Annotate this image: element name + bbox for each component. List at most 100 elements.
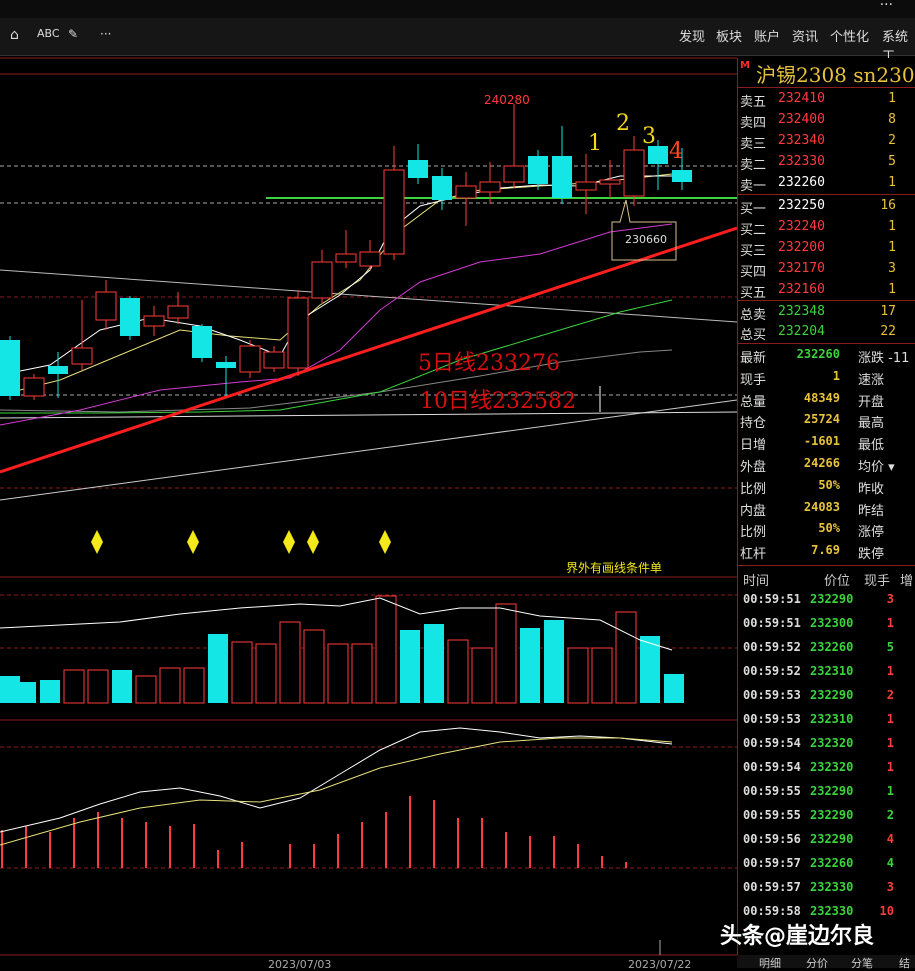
ask-label: 卖三 bbox=[740, 137, 767, 152]
stat-value: -1601 bbox=[803, 434, 840, 449]
candle-body bbox=[383, 169, 405, 255]
volume-bar bbox=[159, 667, 181, 704]
candle-body bbox=[167, 305, 189, 319]
volume-bar bbox=[231, 641, 253, 704]
contract-title[interactable]: 沪锡2308 sn230 bbox=[756, 59, 915, 88]
trade-time: 00:59:53 bbox=[743, 712, 801, 726]
stat-value: 50% bbox=[818, 477, 840, 492]
trade-qty: 1 bbox=[886, 784, 894, 798]
trade-row: 00:59:51 232300 1 bbox=[738, 612, 915, 636]
stat-row: 比例 50% 昨收 bbox=[738, 476, 915, 497]
bid-row[interactable]: 买四 232170 3 bbox=[738, 259, 915, 280]
candle-body bbox=[263, 351, 285, 369]
bid-price: 232250 bbox=[778, 198, 825, 213]
stat-row: 总量 48349 开盘 bbox=[738, 389, 915, 410]
tab-tick[interactable]: 分笔 bbox=[851, 955, 873, 971]
total-row[interactable]: 总买 232204 22 bbox=[738, 322, 915, 343]
ask-price: 232400 bbox=[778, 112, 825, 127]
trade-price: 232260 bbox=[810, 856, 854, 870]
bid-price: 232240 bbox=[778, 219, 825, 234]
trade-row: 00:59:57 232260 4 bbox=[738, 852, 915, 876]
bid-label: 买二 bbox=[740, 223, 767, 238]
menu-news[interactable]: 资讯 bbox=[792, 26, 818, 45]
bid-price: 232170 bbox=[778, 261, 825, 276]
ask-label: 卖一 bbox=[740, 179, 767, 194]
trade-time: 00:59:57 bbox=[743, 880, 801, 894]
trade-qty: 1 bbox=[886, 712, 894, 726]
volume-bar bbox=[303, 629, 325, 704]
trade-row: 00:59:52 232310 1 bbox=[738, 660, 915, 684]
trade-row: 00:59:55 232290 1 bbox=[738, 780, 915, 804]
bid-row[interactable]: 买一 232250 16 bbox=[738, 196, 915, 217]
trade-price: 232260 bbox=[810, 640, 854, 654]
candle-body bbox=[623, 149, 645, 197]
ask-row[interactable]: 卖五 232410 1 bbox=[738, 89, 915, 110]
trade-row: 00:59:57 232330 3 bbox=[738, 876, 915, 900]
stat-label: 日增 bbox=[740, 438, 767, 454]
menu-personalize[interactable]: 个性化 bbox=[830, 26, 869, 45]
ask-row[interactable]: 卖一 232260 1 bbox=[738, 173, 915, 194]
mark-2: 2 bbox=[616, 111, 630, 136]
window-menu-dots[interactable]: ··· bbox=[880, 0, 893, 13]
bid-label: 买一 bbox=[740, 202, 767, 217]
candle-body bbox=[479, 181, 501, 193]
ask-qty: 2 bbox=[888, 133, 896, 148]
volume-bar bbox=[63, 669, 85, 704]
menu-account[interactable]: 账户 bbox=[754, 26, 780, 45]
kline-chart[interactable]: 230660 240280 1 2 3 4 5日线233276 10日线2325… bbox=[0, 0, 737, 968]
ask-qty: 8 bbox=[888, 112, 896, 127]
stat-label-right: 涨跌 -11 bbox=[858, 351, 910, 366]
bid-row[interactable]: 买二 232240 1 bbox=[738, 217, 915, 238]
bid-row[interactable]: 买三 232200 1 bbox=[738, 238, 915, 259]
trade-price: 232330 bbox=[810, 904, 854, 918]
total-label: 总买 bbox=[740, 328, 767, 343]
total-row[interactable]: 总卖 232348 17 bbox=[738, 302, 915, 323]
total-label: 总卖 bbox=[740, 308, 767, 323]
ask-row[interactable]: 卖二 232330 5 bbox=[738, 152, 915, 173]
volume-bar bbox=[40, 680, 60, 703]
candle-body bbox=[408, 160, 428, 178]
tab-detail[interactable]: 明细 bbox=[759, 955, 781, 971]
quote-title-bar: M 沪锡2308 sn230 bbox=[738, 58, 915, 88]
stat-label: 总量 bbox=[740, 394, 767, 410]
bid-label: 买四 bbox=[740, 265, 767, 280]
stat-value: 232260 bbox=[796, 347, 840, 361]
trade-time: 00:59:58 bbox=[743, 904, 801, 918]
candle-body bbox=[311, 261, 333, 299]
detail-tabs: 明细 分价 分笔 结 bbox=[737, 955, 915, 971]
ask-row[interactable]: 卖四 232400 8 bbox=[738, 110, 915, 131]
trade-price: 232290 bbox=[810, 784, 854, 798]
volume-bar bbox=[208, 634, 228, 703]
volume-bar bbox=[255, 643, 277, 704]
stat-value: 48349 bbox=[803, 390, 840, 405]
bid-price: 232160 bbox=[778, 282, 825, 297]
watermark: 头条@崖边尔良 bbox=[720, 924, 875, 949]
candle-body bbox=[95, 291, 117, 321]
trade-row: 00:59:51 232290 3 bbox=[738, 588, 915, 612]
stat-row: 杠杆 7.69 跌停 bbox=[738, 541, 915, 562]
stat-label: 最新 bbox=[740, 351, 767, 366]
trades-header-time: 时间 bbox=[743, 574, 770, 589]
mark-4: 4 bbox=[669, 139, 683, 164]
stat-label-right: 昨结 bbox=[858, 503, 885, 519]
bid-row[interactable]: 买五 232160 1 bbox=[738, 280, 915, 301]
stat-label: 外盘 bbox=[740, 460, 767, 475]
stat-label-right: 开盘 bbox=[858, 394, 885, 410]
candle-body bbox=[71, 347, 93, 365]
mark-1: 1 bbox=[588, 131, 602, 156]
signal-diamonds bbox=[91, 530, 391, 554]
trade-time: 00:59:52 bbox=[743, 640, 801, 654]
trade-price: 232290 bbox=[810, 592, 854, 606]
stat-label-right: 跌停 bbox=[858, 547, 885, 563]
trade-price: 232290 bbox=[810, 832, 854, 846]
volume-bar bbox=[183, 667, 205, 704]
stat-row: 日增 -1601 最低 bbox=[738, 432, 915, 453]
divider bbox=[738, 300, 915, 301]
stat-value: 1 bbox=[832, 368, 840, 383]
ask-row[interactable]: 卖三 232340 2 bbox=[738, 131, 915, 152]
divider bbox=[738, 343, 915, 344]
volume-bar bbox=[615, 611, 637, 704]
trade-row: 00:59:53 232310 1 bbox=[738, 708, 915, 732]
tab-price-distribution[interactable]: 分价 bbox=[806, 955, 828, 971]
tab-more[interactable]: 结 bbox=[899, 955, 910, 971]
